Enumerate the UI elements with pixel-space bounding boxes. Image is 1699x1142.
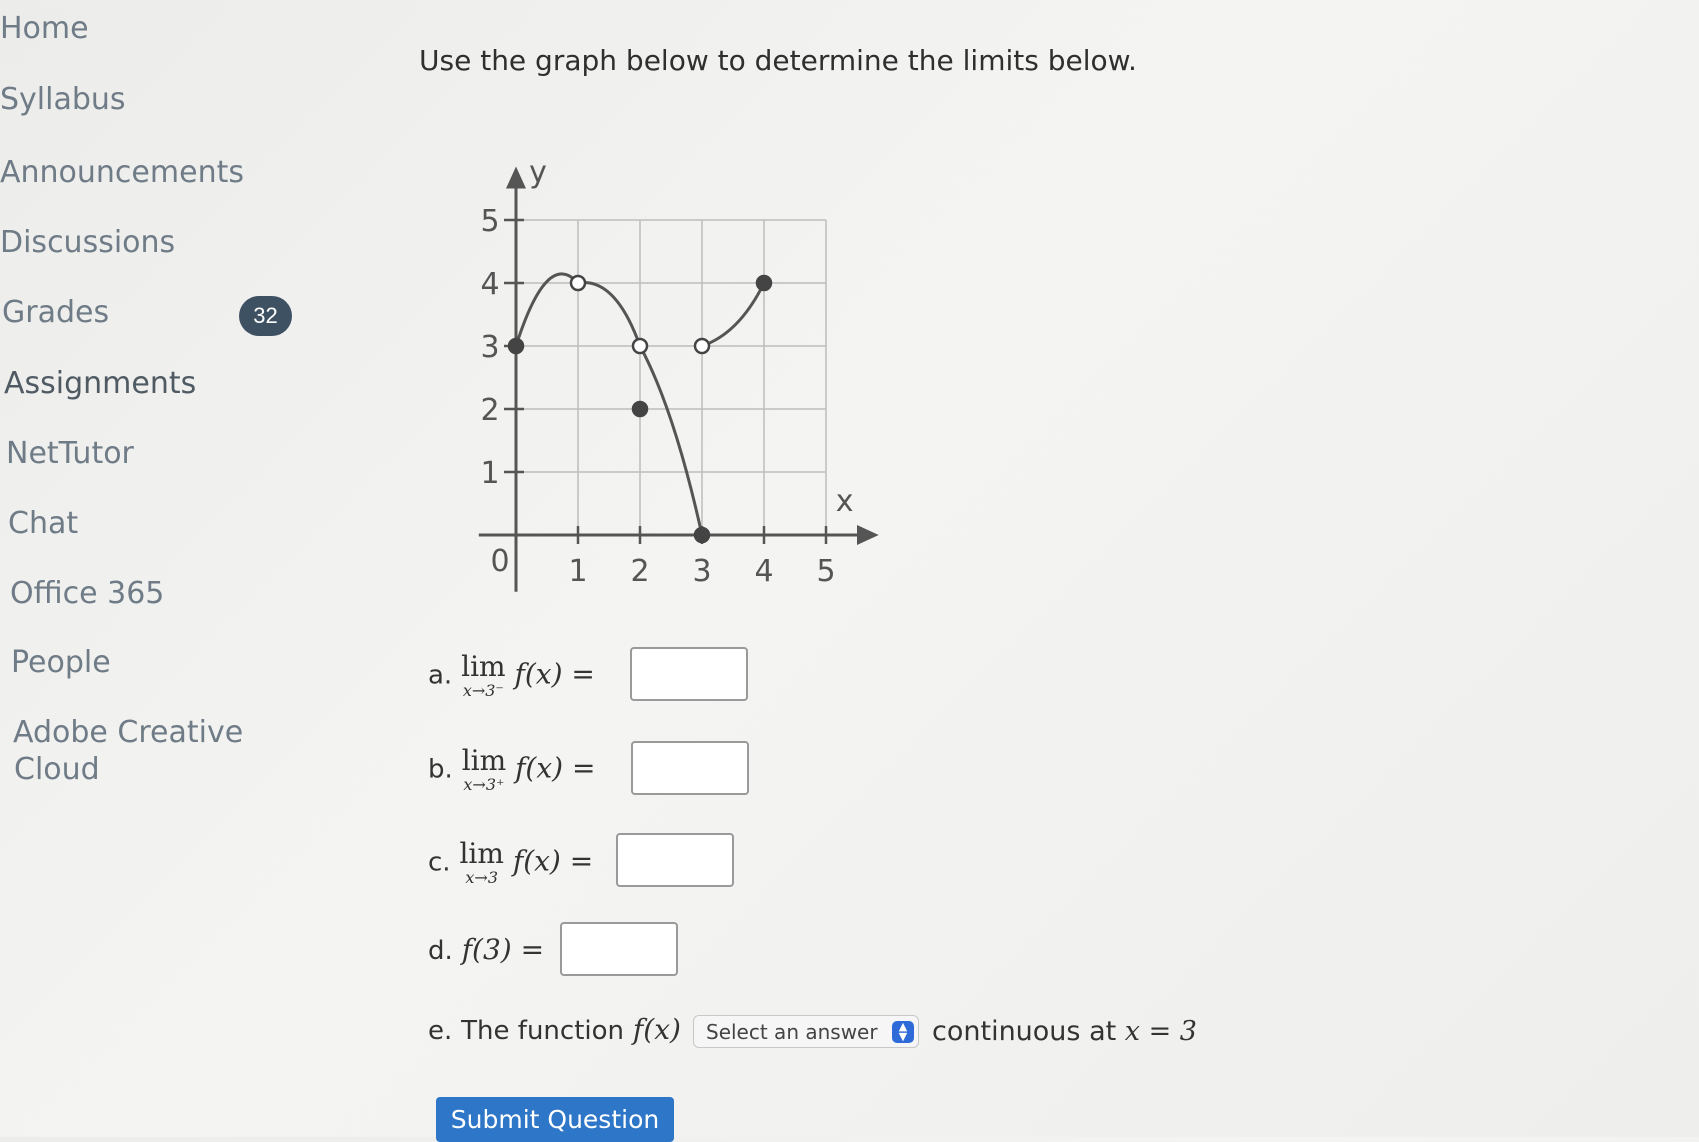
x-tick-label-4: 4 [754,554,773,589]
question-e-text: The function [461,1016,625,1046]
curve-segment-2 [638,345,704,536]
question-c: c. lim x→3 f(x) = [428,840,593,886]
graph-grid [516,219,827,535]
question-a-letter: a. [428,660,453,691]
y-axis-label: y [529,155,547,190]
question-e-fx: f(x) [632,1013,681,1046]
x-axis-label: x [836,484,854,519]
x-tick-label-1: 1 [568,554,587,589]
closed-point-3 [631,400,649,418]
open-point-1 [569,274,587,292]
select-chevrons-icon: ▲ ▼ [892,1021,914,1043]
curve-segment-3 [701,282,766,348]
y-tick-label-5: 5 [480,204,499,239]
open-point-5 [693,337,711,355]
continuity-select[interactable]: Select an answer ▲ ▼ [693,1015,919,1048]
question-a-lim: lim x→3⁻ [461,650,506,700]
question-a: a. lim x→3⁻ f(x) = [428,653,595,699]
question-e-continuous: continuous at x = 3 [932,1016,1197,1047]
answer-b-input[interactable] [631,741,749,795]
question-a-expr: f(x) = [514,657,595,691]
function-graph: 1 2 3 4 5 1 2 3 4 5 0 y x [478,155,879,592]
x-tick-label-3: 3 [692,554,711,589]
question-e-letter: e. [428,1016,453,1046]
question-b: b. lim x→3⁺ f(x) = [428,747,595,793]
continuity-select-value: Select an answer [706,1020,878,1044]
origin-label: 0 [490,544,509,579]
answer-c-input[interactable] [616,833,734,887]
y-tick-label-1: 1 [480,456,499,491]
question-c-letter: c. [428,847,451,878]
open-point-2 [631,337,649,355]
x-axis-arrow [857,525,879,545]
question-b-lim: lim x→3⁺ [461,744,507,794]
question-d-expr: f(3) = [461,933,545,966]
answer-d-input[interactable] [560,922,678,976]
question-b-expr: f(x) = [515,751,596,785]
question-prompt: Use the graph below to determine the lim… [419,44,1137,77]
closed-point-0 [507,337,525,355]
submit-question-button[interactable]: Submit Question [436,1097,674,1142]
x-tick-label-2: 2 [630,554,649,589]
y-axis-arrow [506,166,526,189]
x-tick-label-5: 5 [816,554,835,589]
question-area: Use the graph below to determine the lim… [0,0,1699,1142]
question-b-letter: b. [428,754,453,785]
question-c-expr: f(x) = [512,844,594,878]
question-d: d. f(3) = [428,933,544,966]
question-d-letter: d. [428,936,453,966]
closed-point-4 [693,526,711,544]
y-tick-label-4: 4 [480,267,499,302]
y-tick-label-3: 3 [480,330,499,365]
y-tick-label-2: 2 [480,393,499,428]
closed-point-6 [755,274,773,292]
question-c-lim: lim x→3 [459,837,504,887]
question-e: e. The function f(x) [428,1013,681,1046]
answer-a-input[interactable] [630,647,748,701]
graph-axes [478,166,879,592]
